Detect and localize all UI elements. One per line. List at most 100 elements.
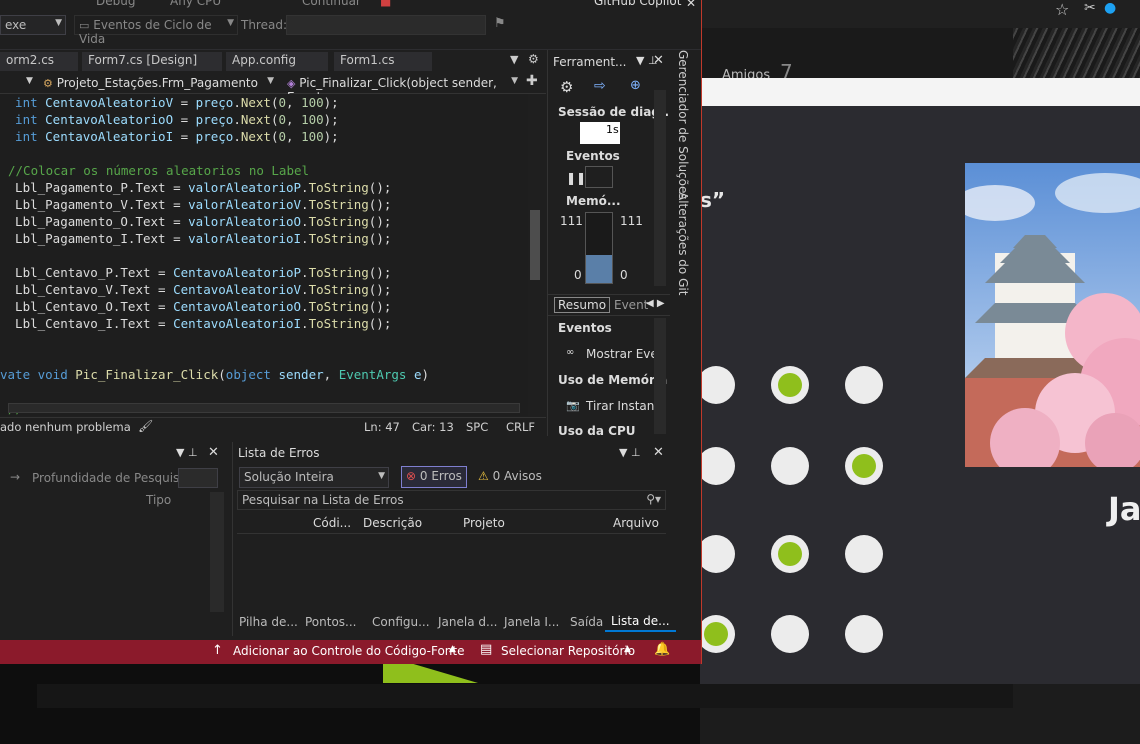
tab-immediate-window[interactable]: Janela d...	[438, 615, 497, 629]
code-editor[interactable]: int CentavoAleatorioV = preço.Next(0, 10…	[0, 94, 528, 416]
tab-form2[interactable]: orm2.cs	[0, 52, 78, 71]
error-list-panel: Lista de Erros ▼ ⊥ ✕ Solução Inteira ▼ ⊗…	[232, 442, 676, 636]
thread-dropdown[interactable]	[286, 15, 486, 35]
editor-horizontal-scrollbar[interactable]	[8, 403, 520, 413]
split-editor-icon[interactable]: ✚	[526, 73, 538, 89]
tab-app-config[interactable]: App.config	[226, 52, 328, 71]
tab-resumo[interactable]: Resumo	[554, 297, 611, 313]
gear-icon[interactable]: ⚙	[528, 52, 539, 66]
line-ending[interactable]: CRLF	[506, 420, 535, 434]
document-tabs: orm2.cs Form7.cs [Design] App.config For…	[0, 50, 546, 72]
show-events-link[interactable]: Mostrar Ever	[586, 347, 663, 361]
seat-dot[interactable]	[697, 366, 735, 404]
debug-config-dropdown[interactable]: Debug	[96, 0, 135, 8]
solution-explorer-tab[interactable]: Gerenciador de Soluções	[676, 50, 690, 200]
chevron-up-icon: ▲	[449, 644, 456, 654]
close-icon[interactable]: ✕	[653, 53, 664, 68]
tab-form1[interactable]: Form1.cs	[334, 52, 432, 71]
seat-dot[interactable]	[845, 615, 883, 653]
column-header-project[interactable]: Projeto	[463, 516, 505, 530]
memory-section[interactable]: Memó...	[566, 194, 621, 208]
left-panel-scrollbar[interactable]	[210, 492, 224, 612]
editor-vertical-thumb[interactable]	[530, 210, 540, 280]
tab-output[interactable]: Saída	[570, 615, 603, 629]
class-dropdown[interactable]: ⚙ Projeto_Estações.Frm_Pagamento ▼	[38, 73, 278, 93]
scope-dropdown[interactable]: Solução Inteira ▼	[239, 467, 389, 488]
seat-dot-selected[interactable]	[697, 615, 735, 653]
add-source-control-button[interactable]: Adicionar ao Controle do Código-Fonte	[233, 644, 464, 658]
tab-form7-design[interactable]: Form7.cs [Design]	[82, 52, 222, 71]
search-icon[interactable]: ⚲▾	[646, 492, 661, 506]
browser-twitter-icon[interactable]: ●	[1104, 0, 1116, 16]
copilot-button[interactable]: GitHub Copilot	[594, 0, 681, 8]
tab-scroll-icon[interactable]: ◀ ▶	[646, 298, 665, 309]
zoom-in-icon[interactable]: ⊕	[630, 78, 641, 93]
tab-call-stack[interactable]: Pilha de...	[239, 615, 298, 629]
column-number[interactable]: Car: 13	[412, 420, 454, 434]
tab-error-list[interactable]: Lista de...	[605, 612, 676, 632]
panel-menu-icon[interactable]: ▼ ⊥	[619, 446, 641, 459]
seat-dot-selected[interactable]	[771, 535, 809, 573]
code-line: Lbl_Pagamento_I.Text = valorAleatorioI.T…	[0, 231, 392, 246]
chevron-down-icon: ▼	[227, 18, 234, 28]
search-depth-dropdown[interactable]	[178, 468, 218, 488]
flag-icon[interactable]: ⚑	[494, 16, 506, 31]
seat-dot[interactable]	[697, 447, 735, 485]
brush-icon[interactable]: 🖌	[138, 419, 153, 433]
background-browser-bar: ☆ ✂ ●	[700, 0, 1140, 28]
castle-image	[965, 163, 1140, 467]
chevron-down-icon[interactable]: ▼	[26, 76, 33, 86]
seat-dot[interactable]	[845, 535, 883, 573]
tab-overflow-icon[interactable]: ▼	[510, 53, 518, 66]
tab-breakpoints[interactable]: Pontos...	[305, 615, 357, 629]
continue-button[interactable]: Continuar	[302, 0, 361, 8]
problems-status[interactable]: ado nenhum problema	[0, 420, 131, 434]
tab-exception-settings[interactable]: Configu...	[372, 615, 430, 629]
git-changes-tab[interactable]: Alterações do Git	[676, 192, 690, 295]
diagnostic-tools-panel: Ferrament... ▼ ⊥ ✕ ⚙ ⇨ ⊕ Sessão de diag.…	[547, 50, 674, 438]
panel-menu-icon[interactable]: ▼ ⊥	[176, 446, 198, 459]
code-line: Lbl_Centavo_P.Text = CentavoAleatorioP.T…	[0, 265, 392, 280]
error-search-input[interactable]: Pesquisar na Lista de Erros ⚲▾	[237, 490, 666, 510]
platform-dropdown[interactable]: Any CPU	[170, 0, 221, 8]
seat-dot[interactable]	[845, 366, 883, 404]
method-dropdown[interactable]: ◈ Pic_Finalizar_Click(object sender, Eve…	[282, 73, 522, 104]
seat-dot-selected[interactable]	[771, 366, 809, 404]
code-line: int CentavoAleatorioV = preço.Next(0, 10…	[0, 95, 339, 110]
header-photo	[1013, 28, 1140, 78]
tab-locals-window[interactable]: Janela I...	[504, 615, 559, 629]
close-icon[interactable]: ✕	[653, 445, 664, 460]
settings-icon[interactable]: ⚙	[560, 78, 573, 96]
diag-scrollbar[interactable]	[654, 90, 666, 286]
startup-project-dropdown[interactable]: exe ▼	[0, 15, 66, 35]
code-line: Lbl_Pagamento_P.Text = valorAleatorioP.T…	[0, 180, 392, 195]
tab-events[interactable]: Event	[614, 298, 648, 312]
window-close-icon[interactable]: ✕	[686, 0, 696, 10]
export-icon[interactable]: ⇨	[594, 78, 606, 94]
warnings-filter-button[interactable]: ⚠ 0 Avisos	[473, 466, 549, 488]
stop-icon[interactable]: ■	[380, 0, 391, 8]
column-header-description[interactable]: Descrição	[363, 516, 422, 530]
notification-bell-icon[interactable]: 🔔	[654, 642, 670, 657]
column-header-code[interactable]: Códi...	[313, 516, 351, 530]
close-icon[interactable]: ✕	[208, 445, 219, 460]
events-heading: Eventos	[558, 321, 612, 335]
big-heading: Ja	[1108, 490, 1140, 528]
errors-filter-button[interactable]: ⊗ 0 Erros	[401, 466, 467, 488]
seat-dot[interactable]	[771, 447, 809, 485]
browser-extension-icon[interactable]: ✂	[1084, 0, 1096, 16]
whitespace-mode[interactable]: SPC	[466, 420, 488, 434]
pause-icon[interactable]: ❚❚	[566, 171, 586, 185]
browser-star-icon[interactable]: ☆	[1055, 0, 1069, 19]
select-repository-button[interactable]: Selecionar Repositório	[501, 644, 635, 658]
line-number[interactable]: Ln: 47	[364, 420, 400, 434]
type-column-header[interactable]: Tipo	[146, 493, 171, 507]
diag-lower-scrollbar[interactable]	[654, 318, 666, 434]
events-section[interactable]: Eventos	[566, 149, 620, 163]
seat-dot[interactable]	[771, 615, 809, 653]
memory-graph	[585, 212, 613, 284]
lifecycle-events-dropdown[interactable]: ▭ Eventos de Ciclo de Vida ▼	[74, 15, 238, 46]
seat-dot[interactable]	[697, 535, 735, 573]
column-header-file[interactable]: Arquivo	[613, 516, 659, 530]
seat-dot-selected[interactable]	[845, 447, 883, 485]
